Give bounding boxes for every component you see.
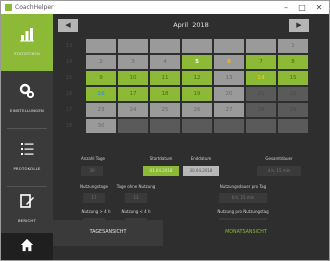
anzahl-tage-label: Anzahl Tage — [81, 156, 105, 161]
sidebar-label: PROTOKOLLE — [13, 166, 41, 171]
week-number: 14 — [65, 59, 73, 65]
startdatum-value[interactable]: 01.04.2018 — [143, 166, 179, 176]
calendar-day[interactable]: 26 — [182, 103, 212, 117]
calendar-day[interactable]: 15 — [278, 71, 308, 85]
calendar-day[interactable]: 7 — [246, 55, 276, 69]
nutzung-pro-nutzungstag-label: Nutzung pro Nutzungstag — [217, 209, 269, 214]
week-number: 13 — [65, 43, 73, 49]
calendar-day[interactable]: 4 — [150, 55, 180, 69]
calendar-day[interactable]: 25 — [150, 103, 180, 117]
calendar-day[interactable]: 10 — [118, 71, 148, 85]
month-name: April — [173, 21, 189, 29]
window-title: CoachHelper — [15, 4, 54, 11]
calendar-day[interactable]: 14 — [246, 71, 276, 85]
calendar-day[interactable]: 2 — [86, 55, 116, 69]
minimize-button[interactable]: – — [279, 1, 293, 14]
calendar-day[interactable]: 21 — [246, 87, 276, 101]
calendar-day[interactable]: 27 — [214, 103, 244, 117]
week-number: 15 — [65, 75, 73, 81]
calendar-day[interactable]: 12 — [182, 71, 212, 85]
enddatum-label: Enddatum — [190, 156, 212, 161]
list-icon — [18, 141, 36, 159]
tab-monatsansicht[interactable]: MONATSANSICHT — [163, 220, 329, 246]
calendar-day[interactable]: 11 — [150, 71, 180, 85]
calendar-day[interactable]: 1 — [278, 39, 308, 53]
gesamtdauer-label: Gesamtdauer — [265, 156, 293, 161]
calendar-day[interactable]: 22 — [278, 87, 308, 101]
sidebar-label: BERICHT — [18, 218, 36, 223]
calendar-day — [214, 39, 244, 53]
nutzung-lt-label: Nutzung < 4 h — [121, 209, 151, 214]
settings-icon — [18, 83, 36, 101]
tab-tagesansicht[interactable]: TAGESANSICHT — [53, 220, 163, 246]
calendar-day[interactable]: 20 — [214, 87, 244, 101]
calendar-day — [150, 39, 180, 53]
home-icon — [18, 238, 36, 256]
sidebar-item-einstellungen[interactable]: EINSTELLUNGEN — [1, 71, 53, 128]
sidebar-label: STATISTIKEN — [14, 51, 40, 56]
home-button[interactable] — [1, 233, 53, 260]
calendar-day — [182, 119, 212, 133]
bar-chart-icon — [18, 26, 36, 44]
app-icon — [5, 4, 12, 11]
gesamtdauer-value: 4 h, 15 min — [257, 166, 301, 176]
calendar-day[interactable]: 6 — [214, 55, 244, 69]
calendar-day[interactable]: 17 — [118, 87, 148, 101]
calendar-day — [182, 39, 212, 53]
year: 2018 — [192, 21, 209, 29]
sidebar-item-statistiken[interactable]: STATISTIKEN — [1, 14, 53, 71]
calendar-day — [86, 39, 116, 53]
maximize-button[interactable]: □ — [295, 1, 309, 14]
calendar-day[interactable]: 24 — [118, 103, 148, 117]
title-bar: CoachHelper – □ ✕ — [1, 1, 329, 15]
calendar-day[interactable]: 28 — [246, 103, 276, 117]
enddatum-value[interactable]: 30.04.2018 — [183, 166, 219, 176]
sidebar-item-protokolle[interactable]: PROTOKOLLE — [1, 129, 53, 186]
month-title: April 2018 — [153, 19, 229, 32]
nutzungstage-label: Nutzungstage — [80, 184, 108, 189]
calendar-day — [214, 119, 244, 133]
calendar-day[interactable]: 13 — [214, 71, 244, 85]
calendar-day[interactable]: 16 — [86, 87, 116, 101]
app-window: CoachHelper – □ ✕ STATISTIKEN EINSTELLUN… — [0, 0, 330, 261]
calendar-day — [246, 119, 276, 133]
calendar-day[interactable]: 3 — [118, 55, 148, 69]
calendar-day[interactable]: 5 — [182, 55, 212, 69]
calendar-day[interactable]: 23 — [86, 103, 116, 117]
calendar-day[interactable]: 8 — [278, 55, 308, 69]
calendar-day[interactable]: 19 — [182, 87, 212, 101]
anzahl-tage-value: 30 — [81, 166, 103, 176]
tage-ohne-nutzung-value: 13 — [125, 193, 147, 203]
sidebar-item-bericht[interactable]: BERICHT — [1, 181, 53, 238]
calendar-day[interactable]: 30 — [86, 119, 116, 133]
nutzungstage-value: 17 — [83, 193, 105, 203]
week-number: 17 — [65, 107, 73, 113]
close-button[interactable]: ✕ — [312, 1, 326, 14]
calendar-day[interactable]: 29 — [278, 103, 308, 117]
week-number: 16 — [65, 91, 73, 97]
tage-ohne-nutzung-label: Tage ohne Nutzung — [116, 184, 156, 189]
calendar-day — [118, 39, 148, 53]
calendar-day — [118, 119, 148, 133]
next-month-button[interactable]: ▶ — [289, 19, 309, 32]
calendar-day — [150, 119, 180, 133]
nutzungsdauer-pro-tag-label: Nutzungsdauer pro Tag — [219, 184, 267, 189]
week-number: 18 — [65, 123, 73, 129]
edit-icon — [18, 193, 36, 211]
sidebar-label: EINSTELLUNGEN — [10, 108, 44, 113]
nutzungsdauer-pro-tag-value: 0 h, 15 min — [219, 193, 267, 203]
nutzung-gt-label: Nutzung > 4 h — [81, 209, 111, 214]
calendar-day — [278, 119, 308, 133]
sidebar: STATISTIKEN EINSTELLUNGEN PROTOKOLLE BER… — [1, 14, 53, 260]
calendar-day[interactable]: 9 — [86, 71, 116, 85]
prev-month-button[interactable]: ◀ — [58, 19, 78, 32]
calendar-day — [246, 39, 276, 53]
calendar-day[interactable]: 18 — [150, 87, 180, 101]
startdatum-label: Startdatum — [149, 156, 173, 161]
